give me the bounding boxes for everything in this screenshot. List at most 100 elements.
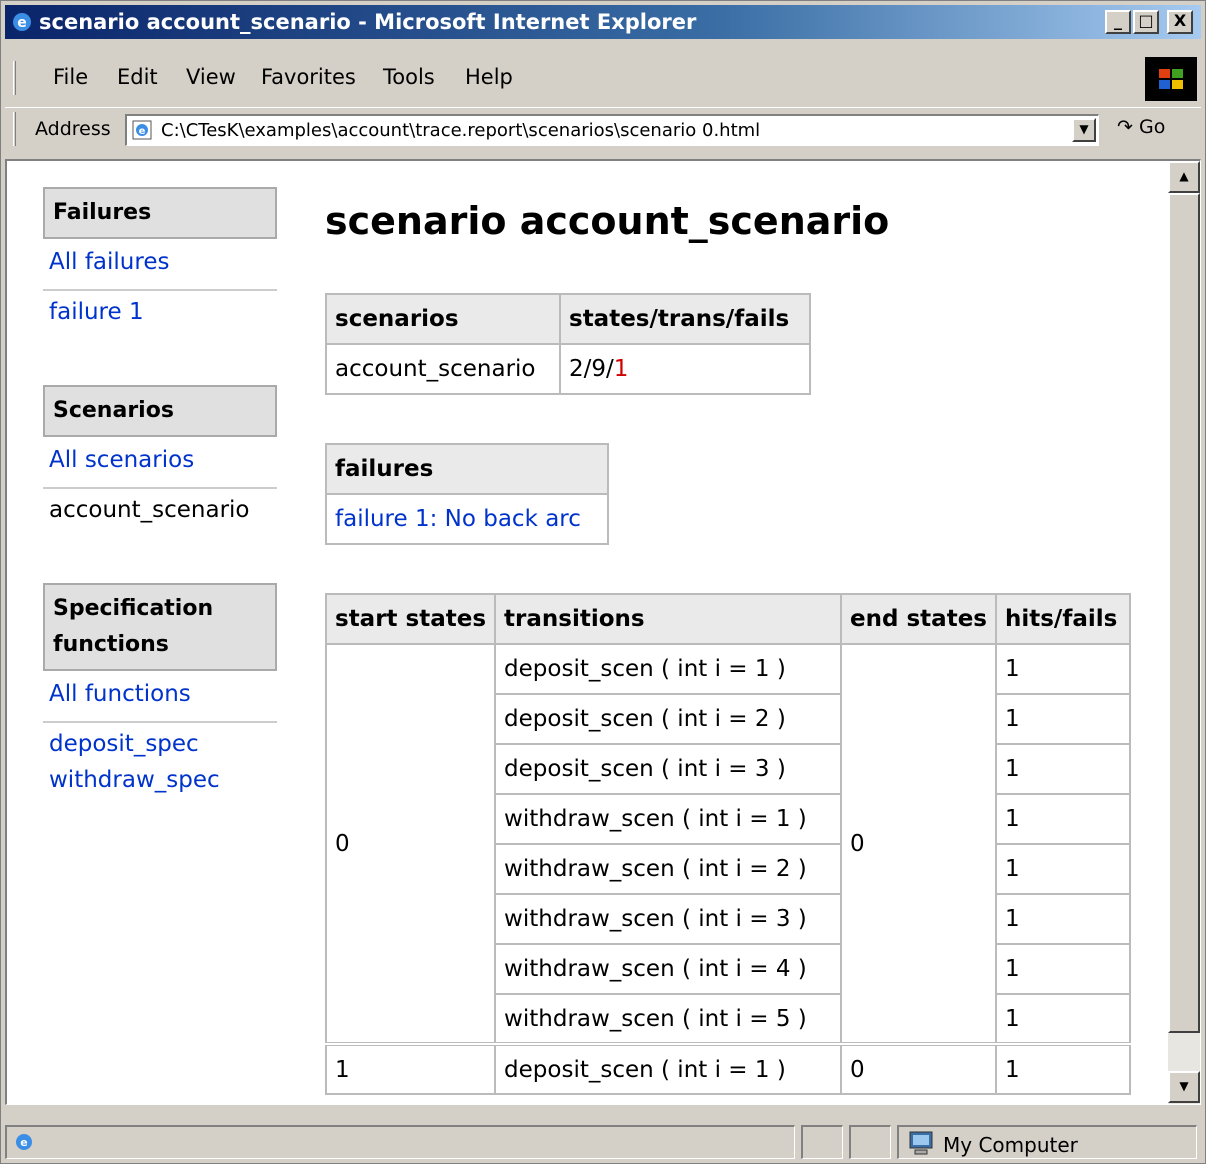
column-header: hits/fails [994, 593, 1131, 645]
withdraw-spec-link[interactable]: withdraw_spec [49, 767, 220, 793]
browser-window: e scenario account_scenario - Microsoft … [0, 0, 1206, 1164]
content-viewport: Failures All failures failure 1 Scenario… [5, 159, 1201, 1105]
scroll-up-button[interactable]: ▲ [1168, 161, 1200, 193]
close-button[interactable]: X [1167, 10, 1193, 34]
summary-header-row: scenarios states/trans/fails [325, 293, 811, 345]
divider [43, 289, 277, 291]
table-row: account_scenario 2/9/1 [325, 343, 811, 395]
transition-cell: deposit_scen ( int i = 2 ) [494, 693, 843, 745]
status-pane-security [849, 1125, 891, 1159]
menu-bar: File Edit View Favorites Tools Help [5, 57, 1201, 101]
end-state-cell: 0 [840, 1042, 997, 1095]
hits-cell: 1 [994, 743, 1131, 795]
menu-file[interactable]: File [53, 65, 88, 89]
hits-cell: 1 [994, 693, 1131, 745]
transition-cell: deposit_scen ( int i = 1 ) [494, 1042, 843, 1095]
transition-cell: withdraw_scen ( int i = 5 ) [494, 993, 843, 1045]
transition-cell: deposit_scen ( int i = 3 ) [494, 743, 843, 795]
menu-help[interactable]: Help [465, 65, 513, 89]
all-failures-link[interactable]: All failures [49, 249, 169, 275]
windows-logo-icon [1159, 69, 1183, 89]
transition-cell: withdraw_scen ( int i = 4 ) [494, 943, 843, 995]
column-header: transitions [494, 593, 843, 645]
stats-value: 2/9/ [569, 356, 614, 382]
transitions-header-row: start states transitions end states hits/fa… [324, 593, 1131, 645]
status-bar: e My Computer [5, 1123, 1201, 1163]
menu-edit[interactable]: Edit [117, 65, 158, 89]
windows-throbber [1145, 57, 1197, 101]
page-content: Failures All failures failure 1 Scenario… [7, 161, 1167, 1104]
spec-functions-heading: Specification functions [43, 583, 277, 671]
fail-count: 1 [613, 356, 629, 382]
table-row: 0 deposit_scen ( int i = 1 ) 0 1 [324, 643, 1131, 1045]
minimize-button[interactable]: _ [1105, 10, 1131, 34]
svg-text:e: e [20, 1136, 27, 1149]
scroll-down-button[interactable]: ▼ [1168, 1071, 1200, 1103]
maximize-button[interactable]: □ [1133, 10, 1159, 34]
column-header: scenarios [325, 293, 561, 345]
title-bar[interactable]: e scenario account_scenario - Microsoft … [5, 5, 1201, 39]
all-functions-link[interactable]: All functions [49, 681, 191, 707]
divider [43, 487, 277, 489]
column-header: start states [324, 593, 497, 645]
address-label: Address [35, 118, 111, 140]
transition-cell: deposit_scen ( int i = 1 ) [494, 643, 843, 695]
internet-explorer-icon: e [13, 13, 31, 31]
address-input[interactable]: e C:\CTesK\examples\account\trace.report… [125, 114, 1099, 146]
current-scenario-label: account_scenario [49, 497, 250, 523]
hits-cell: 1 [994, 893, 1131, 945]
menu-tools[interactable]: Tools [383, 65, 435, 89]
window-title: scenario account_scenario - Microsoft In… [39, 10, 697, 34]
hits-cell: 1 [994, 943, 1131, 995]
scroll-thumb[interactable] [1168, 193, 1200, 1033]
address-bar: Address e C:\CTesK\examples\account\trac… [5, 107, 1201, 151]
transition-cell: withdraw_scen ( int i = 1 ) [494, 793, 843, 845]
go-button[interactable]: ↷ Go [1117, 116, 1165, 138]
page-status-icon: e [16, 1134, 32, 1150]
go-arrow-icon: ↷ [1117, 116, 1133, 138]
failures-header-row: failures [325, 443, 609, 495]
menu-view[interactable]: View [186, 65, 236, 89]
scenarios-heading: Scenarios [43, 385, 277, 437]
transitions-table: start states transitions end states hits/fa… [324, 593, 1131, 1095]
start-state-cell: 1 [324, 1042, 497, 1095]
menu-favorites[interactable]: Favorites [261, 65, 356, 89]
transition-cell: withdraw_scen ( int i = 2 ) [494, 843, 843, 895]
failure-cell: failure 1: No back arc [325, 493, 609, 545]
address-url: C:\CTesK\examples\account\trace.report\s… [161, 120, 761, 141]
all-scenarios-link[interactable]: All scenarios [49, 447, 194, 473]
stats-cell: 2/9/1 [559, 343, 811, 395]
column-header: failures [325, 443, 609, 495]
failures-table: failures failure 1: No back arc [325, 443, 609, 545]
failure-1-link[interactable]: failure 1 [49, 299, 144, 325]
status-pane-progress [801, 1125, 843, 1159]
svg-text:e: e [139, 126, 146, 137]
address-dropdown-button[interactable]: ▼ [1072, 118, 1096, 142]
failure-1-detail-link[interactable]: failure 1: No back arc [335, 506, 581, 532]
scenario-name-cell: account_scenario [325, 343, 561, 395]
table-row: 1 deposit_scen ( int i = 1 ) 0 1 [324, 1042, 1131, 1095]
svg-text:e: e [17, 15, 27, 31]
column-header: end states [840, 593, 997, 645]
transition-cell: withdraw_scen ( int i = 3 ) [494, 893, 843, 945]
summary-table: scenarios states/trans/fails account_sce… [325, 293, 811, 395]
go-label: Go [1138, 116, 1166, 138]
computer-icon [909, 1131, 933, 1155]
hits-cell: 1 [994, 1042, 1131, 1095]
end-state-cell: 0 [840, 643, 997, 1045]
menu-bar-grip[interactable] [13, 61, 16, 95]
hits-cell: 1 [994, 643, 1131, 695]
hits-cell: 1 [994, 793, 1131, 845]
zone-label: My Computer [943, 1133, 1078, 1157]
table-row: failure 1: No back arc [325, 493, 609, 545]
status-pane-main: e [5, 1125, 795, 1159]
page-icon: e [132, 120, 152, 140]
deposit-spec-link[interactable]: deposit_spec [49, 731, 199, 757]
start-state-cell: 0 [324, 643, 497, 1045]
vertical-scrollbar[interactable]: ▲ ▼ [1168, 161, 1200, 1104]
failures-heading: Failures [43, 187, 277, 239]
column-header: states/trans/fails [559, 293, 811, 345]
hits-cell: 1 [994, 843, 1131, 895]
address-bar-grip[interactable] [13, 112, 16, 146]
divider [43, 721, 277, 723]
